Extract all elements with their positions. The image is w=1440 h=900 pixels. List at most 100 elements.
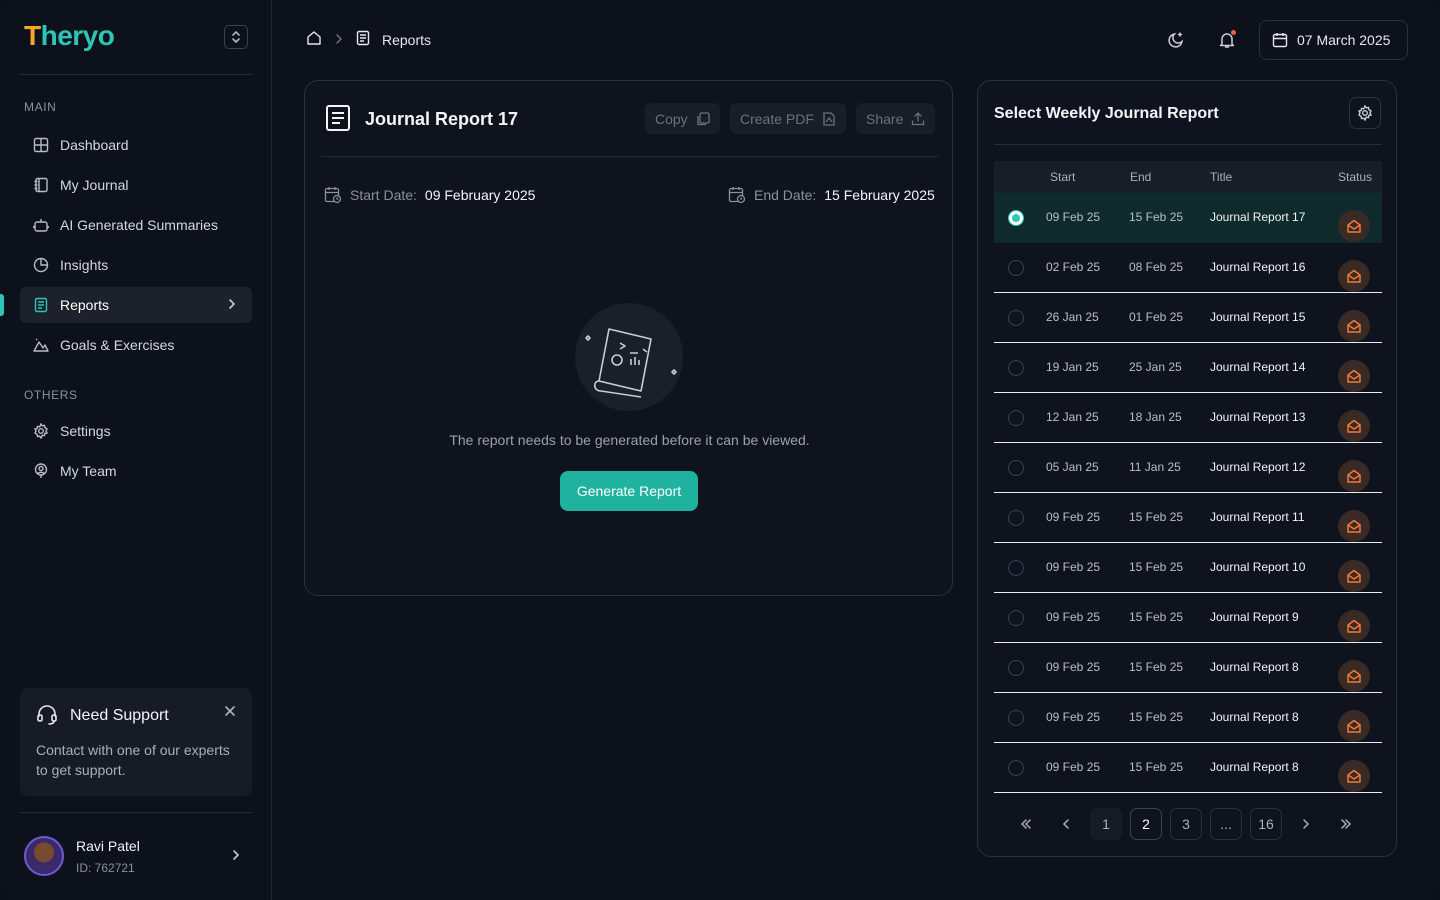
headset-icon [36,704,58,731]
start-date: Start Date: 09 February 2025 [324,186,535,204]
sidebar-item-ai-summaries[interactable]: AI Generated Summaries [20,207,252,243]
row-end: 15 Feb 25 [1129,610,1184,624]
sidebar-item-my-journal[interactable]: My Journal [20,167,252,203]
status-badge[interactable] [1338,710,1370,742]
panel-divider [994,144,1382,145]
sidebar-item-goals[interactable]: Goals & Exercises [20,327,252,363]
row-radio[interactable] [1008,360,1024,376]
row-start: 09 Feb 25 [1046,710,1101,724]
end-date-value: 15 February 2025 [824,187,935,203]
table-row[interactable]: 09 Feb 25 15 Feb 25 Journal Report 8 [994,643,1382,693]
status-badge[interactable] [1338,610,1370,642]
document-icon [325,104,351,137]
row-radio[interactable] [1008,410,1024,426]
last-page-button[interactable] [1330,808,1362,840]
mail-open-icon [1347,719,1361,733]
brand-logo[interactable]: Theryo [24,20,115,52]
user-profile[interactable]: Ravi Patel ID: 762721 [24,836,248,876]
first-page-button[interactable] [1010,808,1042,840]
status-badge[interactable] [1338,460,1370,492]
row-title: Journal Report 15 [1210,310,1306,324]
empty-state-message: The report needs to be generated before … [449,432,810,448]
table-row[interactable]: 09 Feb 25 15 Feb 25 Journal Report 8 [994,743,1382,793]
page-button-last[interactable]: 16 [1250,808,1282,840]
row-radio[interactable] [1008,560,1024,576]
row-start: 09 Feb 25 [1046,210,1101,224]
create-pdf-button[interactable]: Create PDF [730,103,846,134]
page-button-1[interactable]: 1 [1090,808,1122,840]
close-icon[interactable] [224,704,236,720]
table-row[interactable]: 09 Feb 25 15 Feb 25 Journal Report 17 [994,193,1382,243]
chevron-right-icon [226,297,238,314]
sidebar-item-settings[interactable]: Settings [20,413,252,449]
row-end: 15 Feb 25 [1129,510,1184,524]
copy-icon [697,111,710,125]
prev-page-button[interactable] [1050,808,1082,840]
status-badge[interactable] [1338,360,1370,392]
team-icon [32,462,50,480]
table-row[interactable]: 09 Feb 25 15 Feb 25 Journal Report 8 [994,693,1382,743]
sidebar-item-reports[interactable]: Reports [20,287,252,323]
status-badge[interactable] [1338,410,1370,442]
table-row[interactable]: 09 Feb 25 15 Feb 25 Journal Report 11 [994,493,1382,543]
active-nav-indicator [0,294,4,316]
status-badge[interactable] [1338,310,1370,342]
sidebar-item-dashboard[interactable]: Dashboard [20,127,252,163]
status-badge[interactable] [1338,560,1370,592]
breadcrumb-current[interactable]: Reports [382,32,431,48]
row-radio[interactable] [1008,310,1024,326]
start-date-value: 09 February 2025 [424,187,536,203]
home-icon[interactable] [306,30,322,49]
table-row[interactable]: 02 Feb 25 08 Feb 25 Journal Report 16 [994,243,1382,293]
page-button-3[interactable]: 3 [1170,808,1202,840]
date-picker-button[interactable]: 07 March 2025 [1259,20,1408,60]
row-radio[interactable] [1008,610,1024,626]
status-badge[interactable] [1338,760,1370,792]
document-icon [356,30,370,49]
row-title: Journal Report 11 [1210,510,1305,524]
row-radio[interactable] [1008,510,1024,526]
sidebar-item-my-team[interactable]: My Team [20,453,252,489]
sidebar-item-insights[interactable]: Insights [20,247,252,283]
current-date: 07 March 2025 [1297,32,1391,48]
column-header-end[interactable]: End [1130,170,1151,184]
row-radio[interactable] [1008,460,1024,476]
next-page-button[interactable] [1290,808,1322,840]
row-end: 18 Jan 25 [1129,410,1182,424]
theme-toggle-button[interactable] [1164,28,1188,52]
table-row[interactable]: 26 Jan 25 01 Feb 25 Journal Report 15 [994,293,1382,343]
panel-settings-button[interactable] [1349,97,1381,129]
notifications-button[interactable] [1215,28,1239,52]
column-header-start[interactable]: Start [1050,170,1075,184]
row-radio[interactable] [1008,710,1024,726]
share-button[interactable]: Share [856,103,936,134]
table-row[interactable]: 05 Jan 25 11 Jan 25 Journal Report 12 [994,443,1382,493]
page-button-2[interactable]: 2 [1130,808,1162,840]
row-start: 09 Feb 25 [1046,610,1101,624]
sidebar: Theryo MAIN Dashboard My Journal AI Gene… [0,0,272,900]
row-radio[interactable] [1008,210,1024,226]
status-badge[interactable] [1338,660,1370,692]
row-radio[interactable] [1008,760,1024,776]
table-row[interactable]: 12 Jan 25 18 Jan 25 Journal Report 13 [994,393,1382,443]
section-label-others: OTHERS [24,388,78,402]
row-start: 19 Jan 25 [1046,360,1099,374]
workspace-switcher-button[interactable] [224,25,248,49]
copy-label: Copy [655,110,688,127]
column-header-status[interactable]: Status [1338,170,1372,184]
sidebar-item-label: Insights [60,257,109,273]
table-row[interactable]: 19 Jan 25 25 Jan 25 Journal Report 14 [994,343,1382,393]
column-header-title[interactable]: Title [1210,170,1232,184]
gear-icon [1357,105,1373,121]
status-badge[interactable] [1338,260,1370,292]
row-radio[interactable] [1008,260,1024,276]
calendar-clock-icon [324,187,342,204]
copy-button[interactable]: Copy [645,103,720,134]
table-row[interactable]: 09 Feb 25 15 Feb 25 Journal Report 9 [994,593,1382,643]
table-row[interactable]: 09 Feb 25 15 Feb 25 Journal Report 10 [994,543,1382,593]
generate-report-button[interactable]: Generate Report [560,471,698,511]
status-badge[interactable] [1338,510,1370,542]
row-radio[interactable] [1008,660,1024,676]
status-badge[interactable] [1338,210,1370,242]
row-title: Journal Report 12 [1210,460,1306,474]
